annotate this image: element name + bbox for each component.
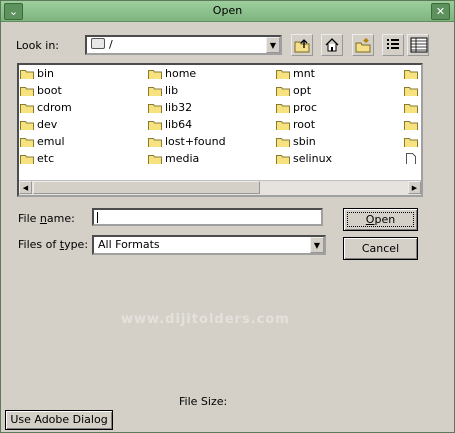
list-view-button[interactable] [382,34,404,56]
folder-icon [404,70,418,79]
file-name: s [421,67,423,80]
home-icon [325,38,339,52]
file-name: lib64 [165,118,193,131]
folder-icon [20,70,34,79]
file-type-select[interactable]: All Formats ▼ [92,235,326,255]
close-button[interactable]: ✕ [431,3,450,20]
file-name: lib32 [165,101,193,114]
file-name: boot [37,84,62,97]
file-name: opt [293,84,312,97]
file-name-input[interactable] [92,208,323,226]
folder-icon [404,104,418,113]
file-name: mnt [293,67,315,80]
folder-icon [276,155,290,164]
chevron-down-icon[interactable]: ▼ [266,37,280,53]
folder-icon [404,121,418,130]
file-name: i [421,152,423,165]
chevron-down-icon[interactable]: ▼ [310,237,324,253]
folder-icon [148,104,162,113]
window-title: Open [212,4,243,17]
file-name: sbin [293,135,316,148]
scroll-left-icon[interactable]: ◀ [19,181,32,194]
new-folder-icon [355,38,371,53]
new-folder-button[interactable] [352,34,374,56]
folder-icon [276,70,290,79]
folder-icon [404,138,418,147]
file-type-label-b: ype: [64,238,89,251]
folder-icon [20,104,34,113]
open-dialog: ⌄ Open ✕ Look in: / ▼ bin boot cdrom dev… [0,0,455,433]
look-in-label-text: Look in: [16,39,59,52]
file-name: bin [37,67,55,80]
file-name: proc [293,101,318,114]
watermark-text: www.dijitolders.com [121,312,290,327]
folder-icon [276,121,290,130]
folder-icon [148,70,162,79]
file-icon [406,153,416,164]
folder-icon [148,87,162,96]
open-button[interactable]: Open [343,208,418,231]
folder-icon [276,104,290,113]
file-list[interactable]: bin boot cdrom dev emul etc home lib lib32 lib64 l… [17,63,423,197]
folder-icon [20,121,34,130]
file-name: s [421,84,423,97]
file-name: lost+found [165,135,226,148]
drive-icon [91,38,105,49]
file-name: selinux [293,152,333,165]
folder-icon [404,87,418,96]
look-in-label: Look in: [16,39,59,52]
file-name: root [293,118,316,131]
file-name-label-mnemonic: n [39,212,47,225]
scrollbar-thumb[interactable] [33,181,260,194]
file-name: cdrom [37,101,72,114]
file-name: t [421,101,423,114]
file-name: home [165,67,197,80]
title-bar: ⌄ Open ✕ [1,1,454,22]
details-view-icon [410,37,428,53]
details-view-button[interactable] [407,34,429,56]
text-caret [97,212,98,223]
file-name: dev [37,118,58,131]
cancel-button[interactable]: Cancel [343,237,418,260]
file-type-label-a: Files of [18,238,60,251]
file-name: lib [165,84,179,97]
list-view-icon [387,39,399,49]
folder-icon [20,138,34,147]
folder-icon [148,121,162,130]
file-name-label-b: ame: [46,212,75,225]
file-name: etc [37,152,55,165]
file-name: emul [37,135,65,148]
use-adobe-dialog-button[interactable]: Use Adobe Dialog [5,410,113,430]
file-name: u [421,118,423,131]
file-size-label: File Size: [179,395,228,408]
look-in-value: / [91,38,113,51]
scroll-right-icon[interactable]: ▶ [408,181,421,194]
file-type-value: All Formats [98,238,160,251]
look-in-select[interactable]: / ▼ [85,35,282,55]
folder-icon [148,138,162,147]
up-folder-icon [294,39,310,53]
folder-icon [20,155,34,164]
look-in-path: / [109,38,113,51]
folder-icon [276,87,290,96]
file-name: v [421,135,423,148]
file-name-label: File name: [18,212,75,225]
file-name-label-a: File [18,212,40,225]
folder-icon [276,138,290,147]
horizontal-scrollbar[interactable]: ◀ ▶ [19,180,421,195]
file-name: media [165,152,200,165]
folder-icon [148,155,162,164]
focus-ring [347,212,414,227]
file-type-label: Files of type: [18,238,88,251]
home-button[interactable] [321,34,343,56]
folder-icon [20,87,34,96]
up-folder-button[interactable] [291,34,313,56]
